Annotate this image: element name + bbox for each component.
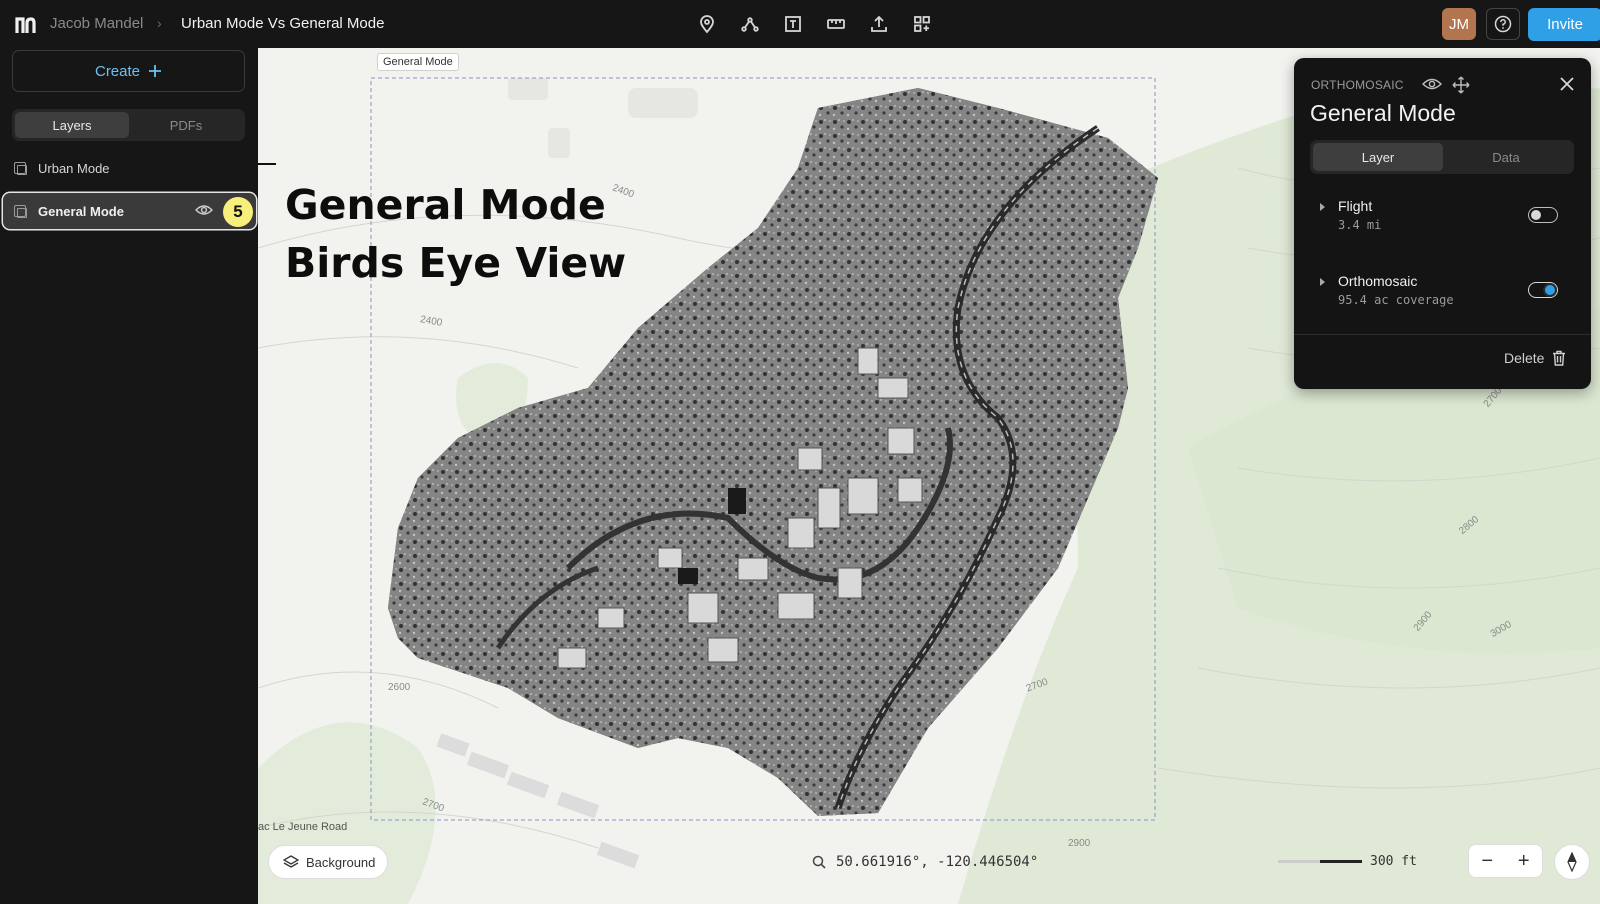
road-label: ac Le Jeune Road <box>258 821 348 833</box>
annotation-line-1: General Mode <box>285 181 606 229</box>
sidebar-tabs: Layers PDFs <box>12 109 245 141</box>
delete-button[interactable]: Delete <box>1504 350 1566 366</box>
step-badge: 5 <box>223 197 253 227</box>
ruler-icon[interactable] <box>824 12 848 36</box>
layer-stack-icon <box>14 205 27 218</box>
layer-label: Urban Mode <box>38 160 110 176</box>
user-avatar[interactable]: JM <box>1442 8 1476 40</box>
visibility-eye-icon[interactable] <box>195 203 213 217</box>
create-button[interactable]: Create <box>12 50 245 92</box>
panel-layer-type: ORTHOMOSAIC <box>1311 78 1404 92</box>
text-box-icon[interactable] <box>781 12 805 36</box>
visibility-eye-icon[interactable] <box>1422 77 1442 91</box>
toolbar <box>695 12 934 36</box>
top-bar: Jacob Mandel › Urban Mode Vs General Mod… <box>0 0 1600 48</box>
panel-divider <box>1294 334 1591 335</box>
annotation-connector <box>258 163 276 165</box>
create-label: Create <box>94 62 141 80</box>
row-name: Flight <box>1338 198 1373 214</box>
toggle-knob <box>1531 210 1541 220</box>
delete-label: Delete <box>1504 350 1545 366</box>
tab-pdfs[interactable]: PDFs <box>129 112 243 138</box>
layer-details-panel: ORTHOMOSAIC General Mode Layer Data Flig… <box>1294 58 1591 389</box>
layer-label: General Mode <box>38 203 124 219</box>
help-button[interactable] <box>1486 8 1520 40</box>
layer-item-general-mode[interactable]: General Mode <box>14 201 124 221</box>
coordinates-text: 50.661916°, -120.446504° <box>836 854 1039 870</box>
plus-icon <box>149 65 162 77</box>
expand-caret-icon[interactable] <box>1320 278 1325 286</box>
breadcrumb-project[interactable]: Urban Mode Vs General Mode <box>181 15 384 32</box>
orthomosaic-visibility-toggle[interactable] <box>1528 282 1558 298</box>
panel-tabs: Layer Data <box>1310 140 1574 174</box>
tab-layer[interactable]: Layer <box>1313 143 1443 171</box>
compass-icon <box>1567 852 1577 872</box>
annotation-line-2: Birds Eye View <box>285 239 627 287</box>
contour-label: 20 <box>722 738 734 749</box>
layer-name-tag: General Mode <box>377 53 459 71</box>
search-icon <box>812 855 826 869</box>
contour-label: 2900 <box>1068 838 1091 849</box>
layer-stack-icon <box>14 162 27 175</box>
expand-caret-icon[interactable] <box>1320 203 1325 211</box>
zoom-in-button[interactable]: + <box>1506 845 1543 877</box>
scale-label: 300 ft <box>1370 854 1417 869</box>
tab-data[interactable]: Data <box>1441 143 1571 171</box>
layer-item-urban-mode[interactable]: Urban Mode <box>14 158 110 178</box>
move-icon[interactable] <box>1451 75 1471 95</box>
layers-icon <box>283 855 299 868</box>
upload-icon[interactable] <box>867 12 891 36</box>
flight-visibility-toggle[interactable] <box>1528 207 1558 223</box>
grid-add-icon[interactable] <box>910 12 934 36</box>
help-icon <box>1494 15 1512 33</box>
app-logo-icon[interactable] <box>14 13 36 35</box>
sidebar: Create Layers PDFs Urban Mode General Mo… <box>0 48 258 904</box>
row-detail: 95.4 ac coverage <box>1338 293 1454 307</box>
invite-button[interactable]: Invite <box>1528 8 1600 41</box>
compass-button[interactable] <box>1554 844 1590 880</box>
background-button[interactable]: Background <box>268 845 388 879</box>
polyline-icon[interactable] <box>738 12 762 36</box>
annotation-title: General Mode Birds Eye View <box>285 176 626 292</box>
coordinate-readout[interactable]: 50.661916°, -120.446504° <box>812 854 1038 870</box>
row-detail: 3.4 mi <box>1338 218 1382 232</box>
panel-title: General Mode <box>1310 100 1456 126</box>
toggle-knob <box>1545 285 1555 295</box>
scale-bar: 300 ft <box>1278 854 1417 869</box>
tab-layers[interactable]: Layers <box>15 112 129 138</box>
map-pin-icon[interactable] <box>695 12 719 36</box>
zoom-controls: − + <box>1468 844 1543 878</box>
breadcrumb-user[interactable]: Jacob Mandel <box>50 15 143 32</box>
trash-icon <box>1553 350 1566 366</box>
breadcrumb-separator: › <box>157 15 162 31</box>
zoom-out-button[interactable]: − <box>1469 845 1506 877</box>
row-name: Orthomosaic <box>1338 273 1418 289</box>
scale-bar-line <box>1278 860 1362 863</box>
contour-label: 2600 <box>388 682 411 693</box>
background-label: Background <box>306 854 376 870</box>
close-icon[interactable] <box>1559 76 1575 92</box>
